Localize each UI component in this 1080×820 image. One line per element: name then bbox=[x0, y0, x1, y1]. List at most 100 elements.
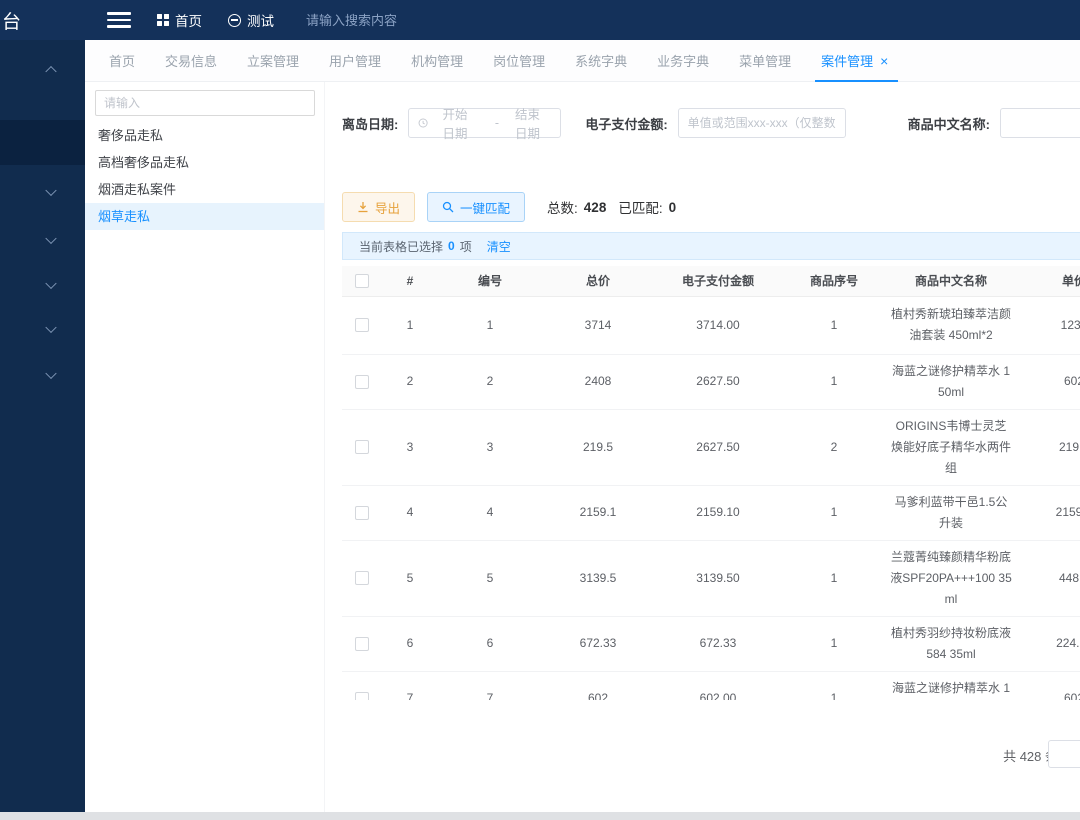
tree-item[interactable]: 奢侈品走私 bbox=[85, 122, 324, 149]
tab-item[interactable]: 交易信息 bbox=[163, 40, 219, 82]
chevron-down-icon bbox=[45, 185, 56, 196]
cell-seq: 1 bbox=[782, 296, 886, 354]
cell-index: 2 bbox=[382, 354, 438, 409]
table-header-row: #编号总价电子支付金额商品序号商品中文名称单价 bbox=[342, 266, 1080, 296]
tab-item[interactable]: 系统字典 bbox=[573, 40, 629, 82]
sidebar-menu-item-expanded[interactable] bbox=[0, 54, 85, 86]
cell-total: 2408 bbox=[542, 354, 654, 409]
row-checkbox[interactable] bbox=[355, 637, 369, 651]
name-filter-label: 商品中文名称: bbox=[908, 114, 990, 133]
row-checkbox-cell bbox=[342, 485, 382, 540]
global-search-input[interactable] bbox=[306, 13, 506, 28]
column-header: 总价 bbox=[542, 266, 654, 296]
sidebar-menu-item-collapsed[interactable] bbox=[0, 313, 85, 345]
column-header: # bbox=[382, 266, 438, 296]
nav-home[interactable]: 首页 bbox=[157, 10, 202, 30]
tree-item[interactable]: 高档奢侈品走私 bbox=[85, 149, 324, 176]
cell-index: 3 bbox=[382, 409, 438, 485]
tab-label: 菜单管理 bbox=[739, 51, 791, 70]
tree-item[interactable]: 烟酒走私案件 bbox=[85, 176, 324, 203]
cell-epay: 3714.00 bbox=[654, 296, 782, 354]
table-row: 553139.53139.501兰蔻菁纯臻颜精华粉底液SPF20PA+++100… bbox=[342, 540, 1080, 616]
cell-seq: 1 bbox=[782, 671, 886, 700]
cell-unit: 602 bbox=[1016, 671, 1080, 700]
cell-name: 植村秀新琥珀臻萃洁颜油套装 450ml*2 bbox=[886, 296, 1016, 354]
tab-item[interactable]: 机构管理 bbox=[409, 40, 465, 82]
tab-item[interactable]: 立案管理 bbox=[245, 40, 301, 82]
filter-row: 离岛日期: 开始日期 - 结束日期 电子支付金额: 商品中文名称: bbox=[342, 108, 1080, 138]
clear-selection-link[interactable]: 清空 bbox=[487, 238, 511, 255]
download-icon bbox=[357, 201, 369, 213]
tree-search-input[interactable] bbox=[95, 90, 315, 116]
match-stats: 总数: 428 已匹配: 0 bbox=[547, 197, 676, 217]
chevron-down-icon bbox=[45, 322, 56, 333]
hamburger-menu-icon[interactable] bbox=[107, 12, 131, 28]
sidebar-menu-item-collapsed[interactable] bbox=[0, 359, 85, 391]
tab-label: 交易信息 bbox=[165, 51, 217, 70]
nav-test[interactable]: 测试 bbox=[228, 10, 274, 30]
tab-item[interactable]: 岗位管理 bbox=[491, 40, 547, 82]
selection-prefix: 当前表格已选择 bbox=[359, 238, 443, 255]
results-table-container: #编号总价电子支付金额商品序号商品中文名称单价 1137143714.001植村… bbox=[342, 266, 1080, 700]
column-header: 编号 bbox=[438, 266, 542, 296]
cell-index: 5 bbox=[382, 540, 438, 616]
cell-index: 7 bbox=[382, 671, 438, 700]
tab-label: 业务字典 bbox=[657, 51, 709, 70]
sidebar-menu-item-collapsed[interactable] bbox=[0, 224, 85, 256]
selection-alert-bar: 当前表格已选择 0 项 清空 bbox=[342, 232, 1080, 260]
row-checkbox-cell bbox=[342, 540, 382, 616]
cell-index: 4 bbox=[382, 485, 438, 540]
name-filter-input[interactable] bbox=[1000, 108, 1080, 138]
row-checkbox-cell bbox=[342, 296, 382, 354]
cell-name: 海蓝之谜修护精萃水 150ml bbox=[886, 671, 1016, 700]
table-row: 2224082627.501海蓝之谜修护精萃水 150ml602 bbox=[342, 354, 1080, 409]
page-size-select[interactable] bbox=[1048, 740, 1080, 768]
tab-item[interactable]: 菜单管理 bbox=[737, 40, 793, 82]
tab-label: 用户管理 bbox=[329, 51, 381, 70]
matched-label: 已匹配: bbox=[618, 197, 662, 217]
cell-name: 兰蔻菁纯臻颜精华粉底液SPF20PA+++100 35ml bbox=[886, 540, 1016, 616]
epay-filter-input[interactable] bbox=[678, 108, 846, 138]
row-checkbox-cell bbox=[342, 409, 382, 485]
app-sidebar bbox=[0, 40, 85, 812]
cell-code: 4 bbox=[438, 485, 542, 540]
sidebar-menu-item-active[interactable] bbox=[0, 120, 85, 165]
export-button[interactable]: 导出 bbox=[342, 192, 415, 222]
selection-suffix: 项 bbox=[460, 238, 472, 255]
row-checkbox[interactable] bbox=[355, 692, 369, 700]
minus-circle-icon bbox=[228, 14, 241, 27]
row-checkbox[interactable] bbox=[355, 375, 369, 389]
cell-epay: 2159.10 bbox=[654, 485, 782, 540]
row-checkbox[interactable] bbox=[355, 318, 369, 332]
cell-total: 3714 bbox=[542, 296, 654, 354]
tab-close-icon[interactable]: × bbox=[880, 54, 888, 68]
sidebar-menu-item-collapsed[interactable] bbox=[0, 269, 85, 301]
tree-item-selected[interactable]: 烟草走私 bbox=[85, 203, 324, 230]
row-checkbox[interactable] bbox=[355, 506, 369, 520]
one-click-match-button[interactable]: 一键匹配 bbox=[427, 192, 525, 222]
export-button-label: 导出 bbox=[375, 198, 400, 217]
toolbar: 导出 一键匹配 总数: 428 已匹配: 0 bbox=[342, 192, 1080, 222]
cell-code: 7 bbox=[438, 671, 542, 700]
tab-item[interactable]: 首页 bbox=[107, 40, 137, 82]
sidebar-menu-item-collapsed[interactable] bbox=[0, 176, 85, 208]
column-header: 电子支付金额 bbox=[654, 266, 782, 296]
row-checkbox[interactable] bbox=[355, 571, 369, 585]
row-checkbox-cell bbox=[342, 671, 382, 700]
cell-name: ORIGINS韦博士灵芝焕能好底子精华水两件组 bbox=[886, 409, 1016, 485]
tab-item[interactable]: 业务字典 bbox=[655, 40, 711, 82]
date-range-picker[interactable]: 开始日期 - 结束日期 bbox=[408, 108, 561, 138]
selection-count: 0 bbox=[448, 239, 455, 253]
chevron-up-icon bbox=[45, 66, 56, 77]
tab-item[interactable]: 用户管理 bbox=[327, 40, 383, 82]
case-type-list: 奢侈品走私高档奢侈品走私烟酒走私案件烟草走私 bbox=[85, 122, 324, 230]
chevron-down-icon bbox=[45, 233, 56, 244]
content-area: 首页交易信息立案管理用户管理机构管理岗位管理系统字典业务字典菜单管理案件管理× … bbox=[85, 40, 1080, 812]
search-icon bbox=[442, 201, 454, 213]
row-checkbox[interactable] bbox=[355, 440, 369, 454]
select-all-checkbox[interactable] bbox=[355, 274, 369, 288]
tab-active[interactable]: 案件管理× bbox=[819, 40, 890, 82]
date-filter-label: 离岛日期: bbox=[342, 114, 398, 133]
cell-seq: 2 bbox=[782, 409, 886, 485]
top-navbar: 台 首页 测试 bbox=[0, 0, 1080, 40]
